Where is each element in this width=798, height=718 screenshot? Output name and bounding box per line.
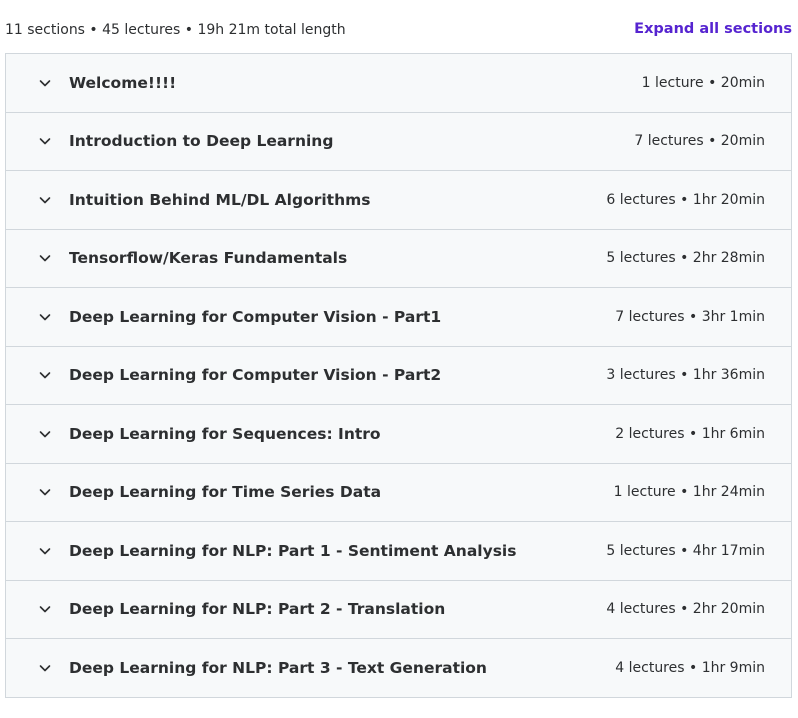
section-row-2[interactable]: Introduction to Deep Learning 7 lectures… [6, 112, 791, 171]
section-row-11[interactable]: Deep Learning for NLP: Part 3 - Text Gen… [6, 639, 791, 698]
section-row-9[interactable]: Deep Learning for NLP: Part 1 - Sentimen… [6, 522, 791, 581]
section-title: Deep Learning for Computer Vision - Part… [69, 307, 442, 326]
section-row-5[interactable]: Deep Learning for Computer Vision - Part… [6, 288, 791, 347]
section-title: Deep Learning for Computer Vision - Part… [69, 366, 442, 385]
section-row-4[interactable]: Tensorflow/Keras Fundamentals 5 lectures… [6, 229, 791, 288]
chevron-down-icon[interactable] [38, 310, 52, 324]
chevron-down-icon[interactable] [38, 251, 52, 265]
section-meta: 3 lectures • 1hr 36min [606, 367, 765, 384]
section-title: Intuition Behind ML/DL Algorithms [69, 190, 371, 209]
section-list: Welcome!!!! 1 lecture • 20min Introducti… [5, 53, 792, 698]
section-meta: 5 lectures • 4hr 17min [606, 542, 765, 559]
chevron-down-icon[interactable] [38, 76, 52, 90]
section-row-7[interactable]: Deep Learning for Sequences: Intro 2 lec… [6, 405, 791, 464]
section-meta: 7 lectures • 3hr 1min [615, 308, 765, 325]
curriculum-summary-bar: 11 sections • 45 lectures • 19h 21m tota… [5, 18, 792, 44]
expand-all-sections-button[interactable]: Expand all sections [634, 21, 792, 37]
section-meta: 7 lectures • 20min [634, 133, 765, 150]
section-title: Tensorflow/Keras Fundamentals [69, 249, 348, 268]
section-meta: 2 lectures • 1hr 6min [615, 425, 765, 442]
course-curriculum: 11 sections • 45 lectures • 19h 21m tota… [0, 0, 798, 718]
chevron-down-icon[interactable] [38, 368, 52, 382]
curriculum-summary: 11 sections • 45 lectures • 19h 21m tota… [5, 22, 346, 38]
section-title: Introduction to Deep Learning [69, 132, 334, 151]
section-row-6[interactable]: Deep Learning for Computer Vision - Part… [6, 346, 791, 405]
section-row-3[interactable]: Intuition Behind ML/DL Algorithms 6 lect… [6, 171, 791, 230]
section-meta: 1 lecture • 20min [641, 74, 765, 91]
section-meta: 5 lectures • 2hr 28min [606, 250, 765, 267]
section-title: Deep Learning for NLP: Part 3 - Text Gen… [69, 658, 487, 677]
section-meta: 4 lectures • 1hr 9min [615, 659, 765, 676]
chevron-down-icon[interactable] [38, 661, 52, 675]
section-meta: 4 lectures • 2hr 20min [606, 601, 765, 618]
section-title: Deep Learning for NLP: Part 1 - Sentimen… [69, 541, 517, 560]
section-title: Deep Learning for Sequences: Intro [69, 424, 381, 443]
section-title: Welcome!!!! [69, 73, 177, 92]
chevron-down-icon[interactable] [38, 427, 52, 441]
chevron-down-icon[interactable] [38, 544, 52, 558]
chevron-down-icon[interactable] [38, 485, 52, 499]
section-meta: 6 lectures • 1hr 20min [606, 191, 765, 208]
section-row-10[interactable]: Deep Learning for NLP: Part 2 - Translat… [6, 580, 791, 639]
section-title: Deep Learning for NLP: Part 2 - Translat… [69, 600, 446, 619]
section-meta: 1 lecture • 1hr 24min [613, 484, 765, 501]
chevron-down-icon[interactable] [38, 193, 52, 207]
chevron-down-icon[interactable] [38, 602, 52, 616]
section-row-1[interactable]: Welcome!!!! 1 lecture • 20min [6, 54, 791, 113]
section-row-8[interactable]: Deep Learning for Time Series Data 1 lec… [6, 463, 791, 522]
section-title: Deep Learning for Time Series Data [69, 483, 382, 502]
chevron-down-icon[interactable] [38, 134, 52, 148]
